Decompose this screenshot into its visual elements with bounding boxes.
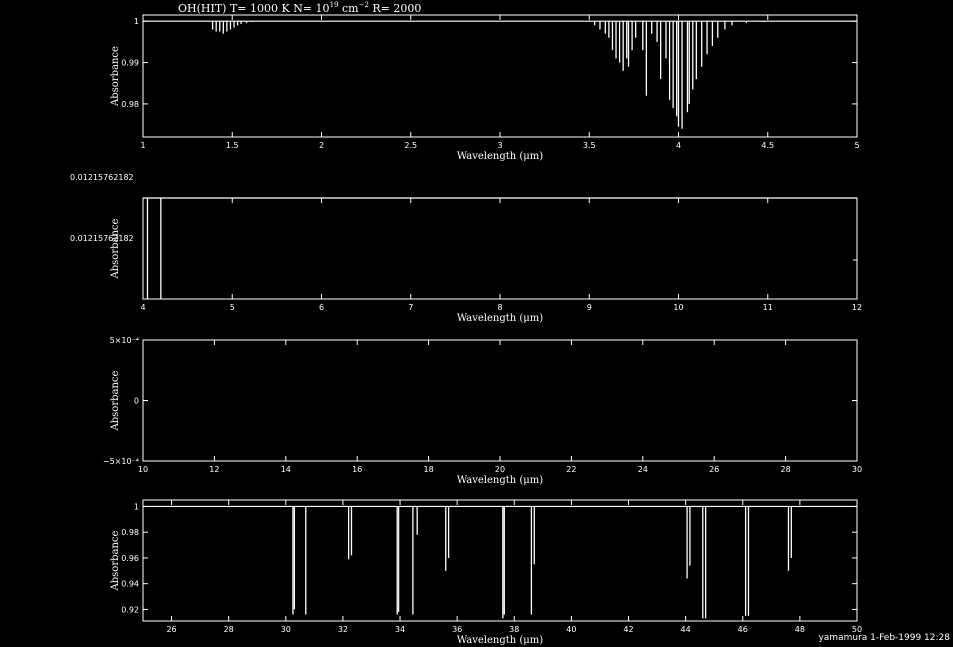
y-tick-label: 0.98 [121,100,139,109]
x-tick-label: 4 [140,303,145,312]
x-tick-label: 34 [395,625,405,634]
x-axis-label: Wavelength (μm) [457,475,543,486]
x-tick-label: 30 [281,625,291,634]
x-tick-label: 8 [497,303,502,312]
y-tick-label: 0.01215762182 [70,173,134,182]
x-tick-label: 12 [852,303,862,312]
panel-4-um-25-50: 26 28 30 32 34 36 38 40 42 44 46 48 5010.980.960.940… [110,499,862,646]
x-tick-label: 2.5 [404,141,417,150]
panel-2-um-4-12: 4 5 6 7 8 9 10 11 12 0.01215762182 0.01215762182 Wa… [70,173,862,324]
title-sup-1: 19 [330,1,339,9]
y-tick-label: 0.94 [121,580,139,589]
x-axis-label: Wavelength (μm) [457,151,543,162]
x-tick-label: 24 [638,465,648,474]
y-axis-label: Absorbance [110,46,121,107]
x-tick-label: 2 [319,141,324,150]
x-tick-label: 44 [681,625,691,634]
y-tick-label: 0.01215762182 [70,234,134,243]
x-tick-label: 46 [738,625,748,634]
y-axis-label: Absorbance [110,530,121,591]
y-tick-label: 0.92 [121,605,139,614]
x-tick-label: 10 [138,465,148,474]
x-tick-label: 5 [854,141,859,150]
x-tick-label: 1 [140,141,145,150]
x-tick-label: 26 [166,625,176,634]
x-tick-label: 38 [509,625,519,634]
x-tick-label: 12 [209,465,219,474]
x-tick-label: 30 [852,465,862,474]
x-axis-label: Wavelength (μm) [457,635,543,646]
x-tick-label: 4 [676,141,681,150]
plot-frame [142,14,858,138]
chart-title: OH(HIT) T= 1000 K N= 1019 cm−2 R= 2000 [178,1,421,15]
x-tick-label: 7 [408,303,413,312]
y-tick-label: 0.96 [121,554,139,563]
y-axis-label: Absorbance [110,218,121,279]
x-tick-label: 3 [497,141,502,150]
x-tick-label: 11 [763,303,773,312]
x-tick-label: 20 [495,465,505,474]
x-tick-label: 40 [566,625,576,634]
x-tick-label: 32 [338,625,348,634]
y-axis-label: Absorbance [110,370,121,431]
x-tick-label: 14 [281,465,291,474]
title-part-2: cm [338,2,359,15]
x-tick-label: 5 [230,303,235,312]
plot-frame [142,339,858,462]
x-tick-label: 6 [319,303,324,312]
title-sup-2: −2 [359,1,369,9]
x-tick-label: 10 [673,303,683,312]
x-tick-label: 18 [424,465,434,474]
figure: OH(HIT) T= 1000 K N= 1019 cm−2 R= 2000 1… [70,1,950,646]
y-tick-label: 0.98 [121,528,139,537]
panel-1-um-1-5: 1 1.5 2 2.5 3 3.5 4 4.5 5 1 0.99 0.98 Wavelength (μm… [110,14,860,162]
title-part-3: R= 2000 [369,2,422,15]
y-tick-label: 5×10⁻⁴ [110,336,139,345]
x-tick-label: 3.5 [583,141,596,150]
x-tick-label: 48 [795,625,805,634]
x-tick-label: 9 [587,303,592,312]
x-tick-label: 26 [709,465,719,474]
y-tick-label: −5×10⁻⁴ [103,457,139,466]
x-tick-label: 28 [781,465,791,474]
plot-frame [142,499,858,622]
x-tick-label: 28 [224,625,234,634]
x-tick-label: 1.5 [226,141,239,150]
panel-3-um-10-30: 10 12 14 16 18 20 22 24 26 28 30 5×10⁻⁴ 0 −5×10⁻⁴ Wave… [103,336,862,486]
x-tick-label: 22 [566,465,576,474]
plot-frame [142,197,858,300]
x-tick-label: 4.5 [761,141,774,150]
footer-credit: yamamura 1-Feb-1999 12:28 [818,633,950,643]
x-tick-label: 42 [623,625,633,634]
x-tick-label: 16 [352,465,362,474]
y-tick-label: 0 [134,397,139,406]
y-tick-label: 1 [134,502,139,511]
x-axis-label: Wavelength (μm) [457,313,543,324]
y-tick-label: 1 [134,17,139,26]
title-part-1: OH(HIT) T= 1000 K N= 10 [178,2,330,15]
y-tick-label: 0.99 [121,59,139,68]
x-tick-label: 36 [452,625,462,634]
